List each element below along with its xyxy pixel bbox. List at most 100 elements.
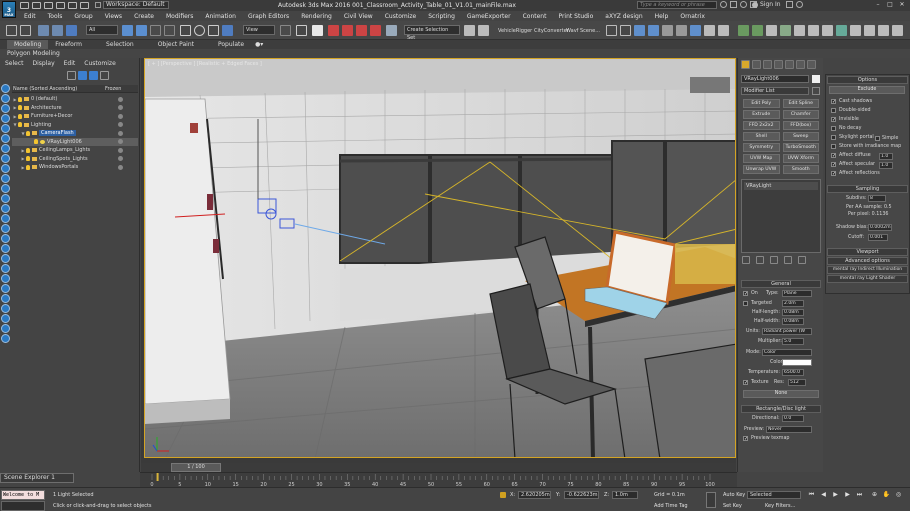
- auto-key-button[interactable]: Auto Key: [723, 492, 745, 498]
- vray-toolbar-icon-2[interactable]: [752, 25, 763, 36]
- shadow-bias-value[interactable]: 0.0002m: [868, 224, 892, 231]
- scene-tree-row[interactable]: ▼ Lighting: [12, 121, 138, 130]
- perspective-viewport[interactable]: [ + ] [Perspective ] [Realistic + Edged …: [144, 58, 736, 458]
- rendered-frame-window-icon[interactable]: [690, 25, 701, 36]
- filter-icon-23[interactable]: [1, 304, 10, 313]
- maxscript-input[interactable]: [1, 501, 45, 511]
- play-icon[interactable]: ▶: [831, 490, 840, 499]
- se-menu-edit[interactable]: Edit: [64, 60, 76, 67]
- render-production-icon[interactable]: [704, 25, 715, 36]
- set-key-button[interactable]: Set Key: [723, 503, 742, 509]
- lock-selection-icon[interactable]: [500, 492, 506, 498]
- col-name-header[interactable]: Name (Sorted Ascending): [12, 85, 104, 92]
- hierarchy-tab-icon[interactable]: [763, 59, 772, 69]
- texture-checkbox[interactable]: ✓: [743, 380, 748, 386]
- filter-icon-4[interactable]: [1, 114, 10, 123]
- option-checkbox[interactable]: ✓: [831, 117, 836, 123]
- frozen-toggle-icon[interactable]: [118, 147, 123, 153]
- select-manipulate-icon[interactable]: [296, 25, 307, 36]
- vray-toolbar-icon-10[interactable]: [864, 25, 875, 36]
- menu-axyz-design[interactable]: aXYZ design: [599, 13, 648, 20]
- rectangular-selection-icon[interactable]: [150, 25, 161, 36]
- minimize-button[interactable]: –: [872, 1, 884, 9]
- ribbon-tab-freeform[interactable]: Freeform: [48, 40, 89, 49]
- render-setup-icon[interactable]: [676, 25, 687, 36]
- frozen-toggle-icon[interactable]: [118, 96, 123, 102]
- filter-icon-3[interactable]: [1, 104, 10, 113]
- selection-filter-select[interactable]: All: [86, 25, 118, 35]
- zoom-icon[interactable]: ⊕: [870, 490, 879, 499]
- frozen-toggle-icon[interactable]: [118, 105, 123, 111]
- undo-icon[interactable]: [56, 2, 65, 9]
- signin-button[interactable]: Sign In: [752, 1, 781, 8]
- visibility-bulb-icon[interactable]: [34, 139, 38, 145]
- schematic-view-icon[interactable]: [648, 25, 659, 36]
- search-input[interactable]: Type a keyword or phrase: [637, 1, 717, 9]
- spinner-snap-icon[interactable]: [370, 25, 381, 36]
- set-key-mode-icon[interactable]: [706, 492, 716, 508]
- options-rollout-header[interactable]: Options: [827, 76, 908, 84]
- close-button[interactable]: ✕: [896, 1, 908, 9]
- curve-editor-icon[interactable]: [634, 25, 645, 36]
- x-coordinate[interactable]: 2.620205m: [518, 491, 551, 499]
- option-checkbox[interactable]: [831, 108, 836, 113]
- preview-select[interactable]: Never: [766, 426, 812, 433]
- scene-tree-row[interactable]: ▶ 0 (default): [12, 95, 138, 104]
- filter-icon-8[interactable]: [1, 154, 10, 163]
- visibility-bulb-icon[interactable]: [18, 113, 22, 119]
- ribbon-tab-object-paint[interactable]: Object Paint: [151, 40, 201, 49]
- pivot-point-icon[interactable]: [280, 25, 291, 36]
- binoculars-icon[interactable]: [720, 1, 727, 8]
- select-move-icon[interactable]: [180, 25, 191, 36]
- scene-explorer-select[interactable]: Scene Explorer 1: [0, 473, 74, 483]
- bind-space-warp-icon[interactable]: [66, 25, 77, 36]
- frozen-toggle-icon[interactable]: [118, 113, 123, 119]
- cutoff-value[interactable]: 0.001: [868, 234, 888, 241]
- visibility-bulb-icon[interactable]: [18, 96, 22, 102]
- maximize-button[interactable]: □: [884, 1, 896, 9]
- vray-toolbar-icon-5[interactable]: [794, 25, 805, 36]
- orbit-icon[interactable]: ◎: [894, 490, 903, 499]
- render-iterative-icon[interactable]: [718, 25, 729, 36]
- subdivs-value[interactable]: 8: [868, 195, 886, 202]
- select-rotate-icon[interactable]: [194, 25, 205, 36]
- units-select[interactable]: Radiant power (W: [762, 328, 812, 335]
- sampling-rollout-header[interactable]: Sampling: [827, 185, 908, 193]
- key-filters-button[interactable]: Key Filters...: [765, 503, 795, 509]
- targeted-value[interactable]: 2.0m: [782, 300, 804, 307]
- vray-toolbar-icon-11[interactable]: [878, 25, 889, 36]
- menu-views[interactable]: Views: [99, 13, 128, 20]
- edit-named-sets-icon[interactable]: [386, 25, 397, 36]
- unlink-icon[interactable]: [52, 25, 63, 36]
- se-menu-customize[interactable]: Customize: [84, 60, 116, 67]
- go-to-start-icon[interactable]: ⏮: [807, 490, 816, 499]
- vray-toolbar-icon-12[interactable]: [892, 25, 903, 36]
- mental-ray-indirect-rollout-header[interactable]: mental ray Indirect Illumination: [827, 266, 908, 274]
- wavf-scene-label[interactable]: Wavf Scene...: [566, 28, 600, 34]
- cart-icon[interactable]: [786, 1, 793, 8]
- vray-toolbar-icon-9[interactable]: [850, 25, 861, 36]
- menu-customize[interactable]: Customize: [379, 13, 423, 20]
- city-converter-label[interactable]: CityConverter: [534, 28, 569, 34]
- filter-icon-25[interactable]: [1, 324, 10, 333]
- se-filter-icon[interactable]: [67, 71, 76, 80]
- modifier-button-turbosmooth[interactable]: TurboSmooth: [782, 143, 819, 152]
- targeted-checkbox[interactable]: [743, 301, 748, 306]
- toggle-ribbon-icon[interactable]: [620, 25, 631, 36]
- simple-checkbox[interactable]: [875, 136, 880, 141]
- filter-icon-20[interactable]: [1, 274, 10, 283]
- previous-frame-icon[interactable]: ◀: [819, 490, 828, 499]
- current-frame-marker[interactable]: [156, 473, 159, 481]
- se-layer-icon[interactable]: [78, 71, 87, 80]
- multiplier-value[interactable]: 5.0: [782, 338, 804, 345]
- texture-none-button[interactable]: None: [743, 390, 819, 398]
- modifier-button-edit-poly[interactable]: Edit Poly: [743, 99, 780, 108]
- layer-explorer-icon[interactable]: [606, 25, 617, 36]
- filter-icon-10[interactable]: [1, 174, 10, 183]
- modify-tab-icon[interactable]: [752, 59, 761, 69]
- menu-group[interactable]: Group: [68, 13, 98, 20]
- affect-specular-value[interactable]: 1.0: [879, 162, 893, 169]
- mirror-icon[interactable]: [464, 25, 475, 36]
- motion-tab-icon[interactable]: [774, 59, 783, 69]
- color-swatch[interactable]: [782, 359, 812, 366]
